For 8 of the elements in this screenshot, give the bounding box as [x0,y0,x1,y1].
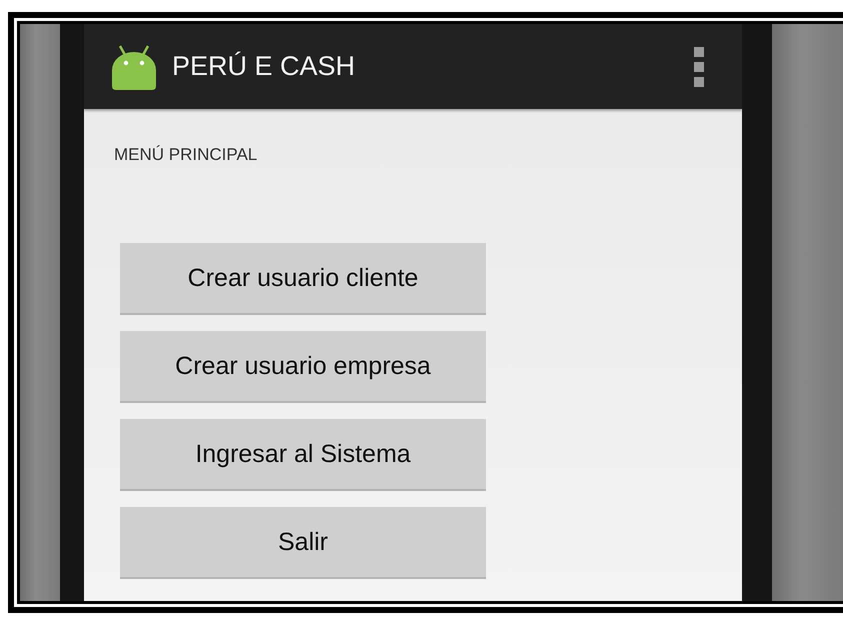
android-icon [110,44,158,90]
menu-button[interactable]: Crear usuario empresa [120,331,486,403]
menu-button[interactable]: Salir [120,507,486,579]
menu-button[interactable]: Crear usuario cliente [120,243,486,315]
menu-button[interactable]: Ingresar al Sistema [120,419,486,491]
app-title: PERÚ E CASH [172,51,356,82]
screen-heading: MENÚ PRINCIPAL [114,145,258,165]
overflow-menu-icon[interactable] [694,46,704,86]
